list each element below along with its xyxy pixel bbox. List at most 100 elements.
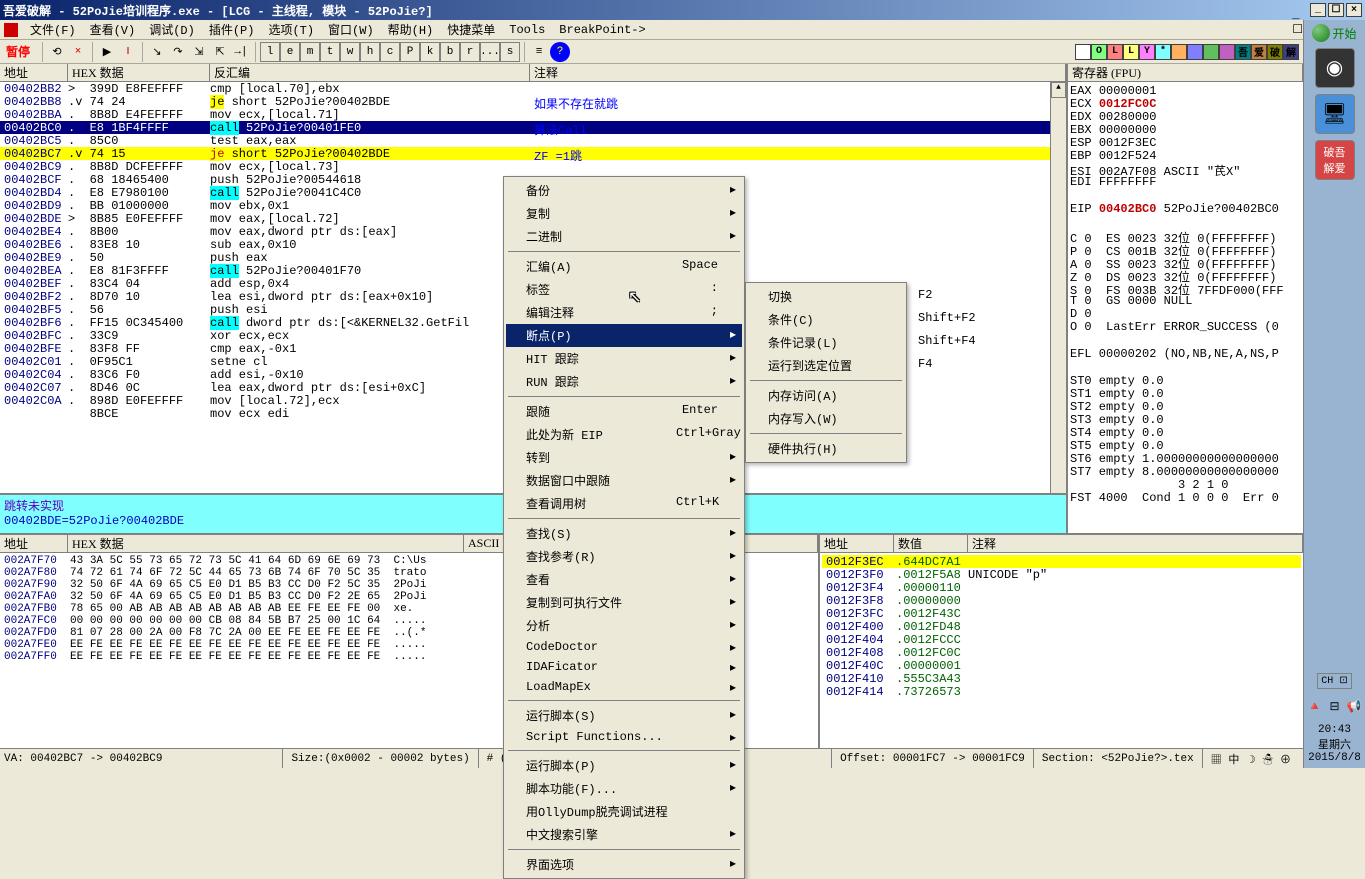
- stack-row[interactable]: 0012F40C.00000001: [822, 659, 1301, 672]
- close-icon[interactable]: ×: [68, 42, 88, 62]
- maximize-button[interactable]: ☐: [1328, 3, 1344, 17]
- menu-item[interactable]: 运行脚本(P)▸: [506, 754, 742, 777]
- menu-item[interactable]: RUN 跟踪▸: [506, 370, 742, 393]
- menu-debug[interactable]: 调试(D): [143, 20, 201, 39]
- list-icon[interactable]: ≡: [529, 42, 549, 62]
- menu-help[interactable]: 帮助(H): [382, 20, 440, 39]
- dump-header-address[interactable]: 地址: [0, 535, 68, 552]
- menu-plugins[interactable]: 插件(P): [203, 20, 261, 39]
- stack-header-comment[interactable]: 注释: [968, 535, 1303, 552]
- menu-tools[interactable]: Tools: [503, 22, 551, 38]
- toolbar-btn-t[interactable]: t: [320, 42, 340, 62]
- stack-row[interactable]: 0012F3F8.00000000: [822, 594, 1301, 607]
- menu-item[interactable]: 备份▸: [506, 179, 742, 202]
- toolbar-btn-l[interactable]: l: [260, 42, 280, 62]
- menu-item[interactable]: 运行到选定位置F4: [748, 354, 904, 377]
- menu-item[interactable]: 界面选项▸: [506, 853, 742, 876]
- cpu-row[interactable]: 00402BB8.v 74 24je short 52PoJie?00402BD…: [0, 95, 1066, 108]
- stack-row[interactable]: 0012F408.0012FC0C: [822, 646, 1301, 659]
- menu-item[interactable]: 复制到可执行文件▸: [506, 591, 742, 614]
- stack-row[interactable]: 0012F3FC.0012F43C: [822, 607, 1301, 620]
- menu-item[interactable]: HIT 跟踪▸: [506, 347, 742, 370]
- context-submenu-breakpoint[interactable]: 切换F2条件(C)Shift+F2条件记录(L)Shift+F4运行到选定位置F…: [745, 282, 907, 463]
- toolbar-btn-...[interactable]: ...: [480, 42, 500, 62]
- minimize-button[interactable]: _: [1310, 3, 1326, 17]
- system-clock[interactable]: 20:43 星期六 2015/8/8: [1308, 724, 1361, 768]
- step-into-icon[interactable]: ↘: [147, 42, 167, 62]
- menu-item[interactable]: 脚本功能(F)...▸: [506, 777, 742, 800]
- menu-item[interactable]: CodeDoctor▸: [506, 637, 742, 657]
- trace-into-icon[interactable]: ⇲: [189, 42, 209, 62]
- dump-header-hex[interactable]: HEX 数据: [68, 535, 464, 552]
- trace-over-icon[interactable]: ⇱: [210, 42, 230, 62]
- header-address[interactable]: 地址: [0, 64, 68, 81]
- tray-icon-app[interactable]: 破吾解爱: [1315, 140, 1355, 180]
- toolbar-btn-k[interactable]: k: [420, 42, 440, 62]
- cpu-row[interactable]: 00402BC7.v 74 15je short 52PoJie?00402BD…: [0, 147, 1066, 160]
- toolbar-btn-h[interactable]: h: [360, 42, 380, 62]
- menu-item[interactable]: 查找(S)▸: [506, 522, 742, 545]
- stack-row[interactable]: 0012F400.0012FD48: [822, 620, 1301, 633]
- header-hex[interactable]: HEX 数据: [68, 64, 210, 81]
- menu-item[interactable]: 查找参考(R)▸: [506, 545, 742, 568]
- stack-listing[interactable]: 0012F3EC.644DC7A10012F3F0.0012F5A8UNICOD…: [820, 553, 1303, 748]
- menu-item[interactable]: 标签:: [506, 278, 742, 301]
- cpu-row[interactable]: 00402BBA. 8B8D E4FEFFFFmov ecx,[local.71…: [0, 108, 1066, 121]
- step-over-icon[interactable]: ↷: [168, 42, 188, 62]
- menu-view[interactable]: 查看(V): [84, 20, 142, 39]
- help-icon[interactable]: ?: [550, 42, 570, 62]
- menu-breakpoint[interactable]: BreakPoint->: [553, 22, 651, 38]
- plugin-square[interactable]: *: [1155, 44, 1171, 60]
- menu-item[interactable]: 硬件执行(H): [748, 437, 904, 460]
- plugin-square[interactable]: 破: [1267, 44, 1283, 60]
- toolbar-btn-s[interactable]: s: [500, 42, 520, 62]
- plugin-square[interactable]: [1219, 44, 1235, 60]
- close-button[interactable]: ×: [1346, 3, 1362, 17]
- plugin-square[interactable]: 吾: [1235, 44, 1251, 60]
- start-button[interactable]: 开始: [1312, 24, 1356, 42]
- menu-item[interactable]: 转到▸: [506, 446, 742, 469]
- cpu-row[interactable]: 00402BC0. E8 1BF4FFFFcall 52PoJie?00401F…: [0, 121, 1066, 134]
- stack-row[interactable]: 0012F414.73726573: [822, 685, 1301, 698]
- stack-row[interactable]: 0012F3EC.644DC7A1: [822, 555, 1301, 568]
- menu-item[interactable]: 内存访问(A): [748, 384, 904, 407]
- menu-shortcut[interactable]: 快捷菜单: [441, 20, 501, 39]
- play-icon[interactable]: ▶: [97, 42, 117, 62]
- stack-header-address[interactable]: 地址: [820, 535, 894, 552]
- plugin-square[interactable]: Y: [1139, 44, 1155, 60]
- menu-item[interactable]: 内存写入(W): [748, 407, 904, 430]
- restart-icon[interactable]: ⟲: [47, 42, 67, 62]
- mdi-restore[interactable]: ☐: [1292, 22, 1303, 37]
- menu-item[interactable]: 数据窗口中跟随▸: [506, 469, 742, 492]
- plugin-square[interactable]: [1203, 44, 1219, 60]
- stack-row[interactable]: 0012F410.555C3A43: [822, 672, 1301, 685]
- menu-item[interactable]: 编辑注释;: [506, 301, 742, 324]
- menu-item[interactable]: IDAFicator▸: [506, 657, 742, 677]
- header-disasm[interactable]: 反汇编: [210, 64, 530, 81]
- tray-icon-display[interactable]: 🖥: [1315, 94, 1355, 134]
- ime-indicator[interactable]: CH ⊡: [1317, 673, 1351, 689]
- menu-item[interactable]: 用OllyDump脱壳调试进程: [506, 800, 742, 823]
- toolbar-btn-P[interactable]: P: [400, 42, 420, 62]
- status-icons[interactable]: ▦ 中 ☽ ☃ ⊕: [1202, 749, 1299, 768]
- menu-item[interactable]: 跟随Enter: [506, 400, 742, 423]
- menu-item[interactable]: 断点(P)▸: [506, 324, 742, 347]
- menu-item[interactable]: LoadMapEx▸: [506, 677, 742, 697]
- menu-item[interactable]: 二进制▸: [506, 225, 742, 248]
- header-comment[interactable]: 注释: [530, 64, 1066, 81]
- menu-item[interactable]: 汇编(A)Space: [506, 255, 742, 278]
- menu-item[interactable]: 条件记录(L)Shift+F4: [748, 331, 904, 354]
- registers-pane[interactable]: 寄存器 (FPU) EAX 00000001ECX 0012FC0CEDX 00…: [1068, 64, 1303, 533]
- cpu-row[interactable]: 00402BB2> 399D E8FEFFFFcmp [local.70],eb…: [0, 82, 1066, 95]
- plugin-square[interactable]: O: [1091, 44, 1107, 60]
- stack-header-value[interactable]: 数值: [894, 535, 968, 552]
- plugin-square[interactable]: L: [1123, 44, 1139, 60]
- stack-row[interactable]: 0012F3F0.0012F5A8UNICODE "p": [822, 568, 1301, 581]
- context-menu[interactable]: 备份▸复制▸二进制▸汇编(A)Space标签:编辑注释;断点(P)▸HIT 跟踪…: [503, 176, 745, 879]
- plugin-square[interactable]: 爱: [1251, 44, 1267, 60]
- menu-item[interactable]: 条件(C)Shift+F2: [748, 308, 904, 331]
- toolbar-btn-e[interactable]: e: [280, 42, 300, 62]
- menu-item[interactable]: 切换F2: [748, 285, 904, 308]
- menu-item[interactable]: Script Functions...▸: [506, 727, 742, 747]
- scrollbar[interactable]: ▲: [1050, 82, 1066, 493]
